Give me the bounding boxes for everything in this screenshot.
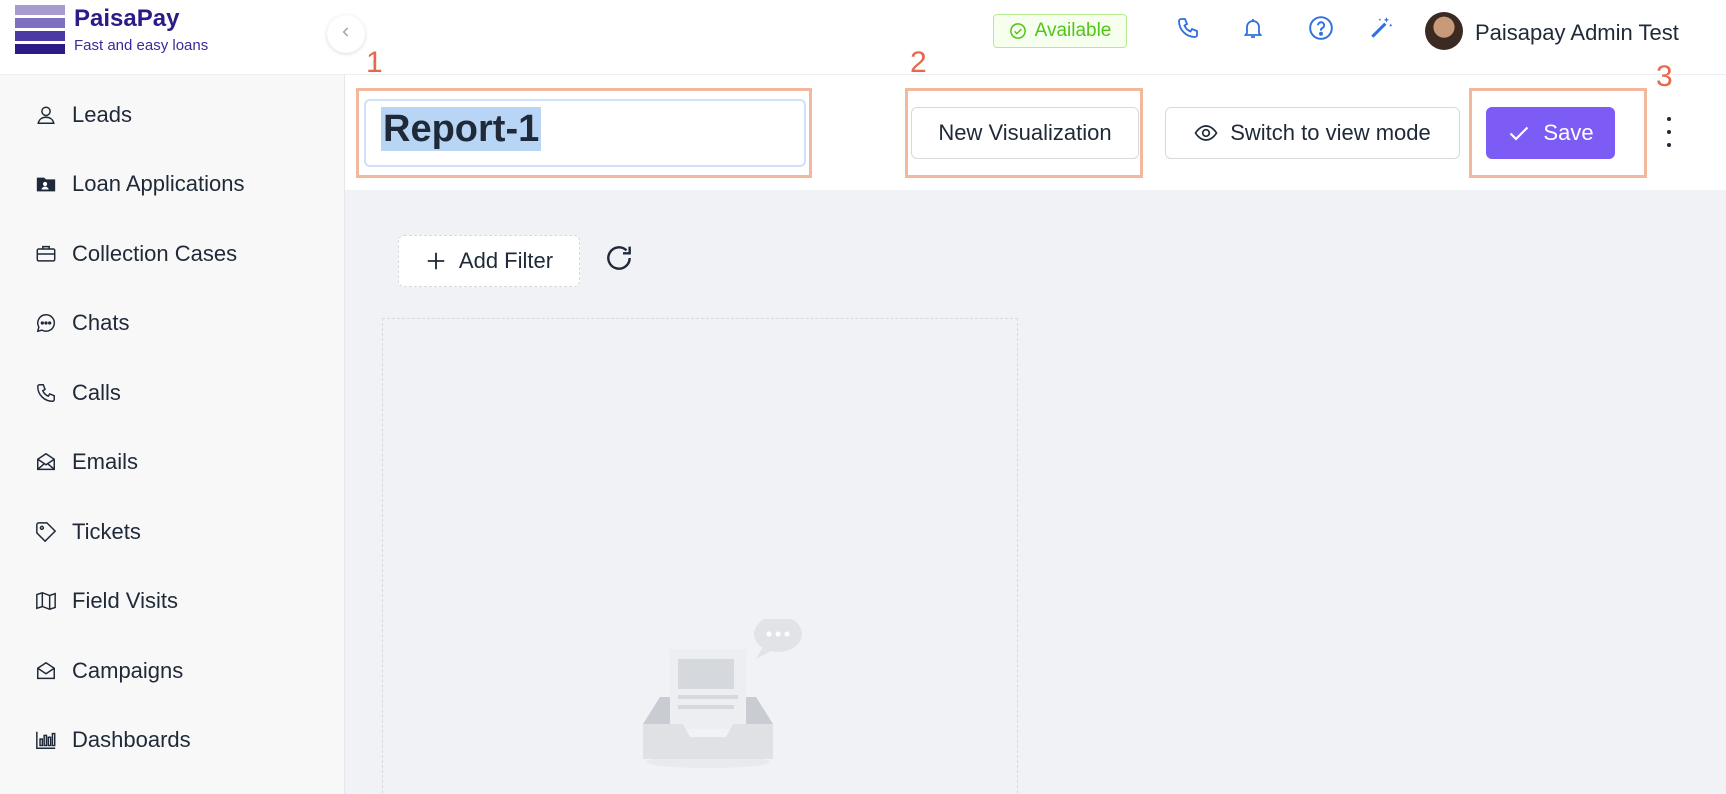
envelope-open-icon <box>34 659 58 683</box>
switch-view-mode-button[interactable]: Switch to view mode <box>1165 107 1460 159</box>
annotation-number-3: 3 <box>1656 60 1673 93</box>
sidebar-item-loan-applications[interactable]: Loan Applications <box>0 150 345 220</box>
phone-icon <box>34 381 58 405</box>
add-filter-label: Add Filter <box>458 248 554 273</box>
annotation-number-2: 2 <box>910 46 927 79</box>
sidebar-item-collection-cases[interactable]: Collection Cases <box>0 219 345 289</box>
sidebar-item-label: Leads <box>72 101 132 127</box>
refresh-button[interactable] <box>601 242 637 278</box>
sidebar-item-chats[interactable]: Chats <box>0 289 345 359</box>
sidebar-item-label: Chats <box>72 310 130 336</box>
envelope-icon <box>34 450 58 474</box>
eye-icon <box>1194 121 1218 145</box>
help-icon <box>1308 15 1334 46</box>
bar-chart-icon <box>34 728 58 752</box>
notifications-button[interactable] <box>1239 16 1267 44</box>
contact-card-icon <box>34 172 58 196</box>
briefcase-icon <box>34 242 58 266</box>
empty-inbox-illustration <box>638 616 808 769</box>
user-icon <box>34 103 58 127</box>
brand-tagline: Fast and easy loans <box>74 37 209 54</box>
sidebar-item-field-visits[interactable]: Field Visits <box>0 567 345 637</box>
status-badge[interactable]: Available <box>993 14 1127 48</box>
check-circle-icon <box>1009 22 1027 40</box>
add-filter-button[interactable]: Add Filter <box>398 235 580 287</box>
new-visualization-button[interactable]: New Visualization <box>911 107 1139 159</box>
more-vertical-icon <box>1667 117 1671 121</box>
more-options-button[interactable] <box>1657 117 1681 147</box>
sidebar-item-tickets[interactable]: Tickets <box>0 497 345 567</box>
sidebar-item-label: Campaigns <box>72 657 184 683</box>
report-canvas: Add Filter <box>345 190 1726 794</box>
sidebar-item-label: Collection Cases <box>72 240 238 266</box>
sidebar-item-label: Loan Applications <box>72 171 245 197</box>
visualization-drop-area[interactable] <box>382 318 1018 794</box>
annotation-number-1: 1 <box>366 46 383 79</box>
report-toolbar: 1 Report-1 2 New Visualization Switch to… <box>345 46 1726 190</box>
sidebar-item-label: Field Visits <box>72 588 178 614</box>
magic-wand-icon <box>1368 15 1394 46</box>
chat-bubble-icon <box>34 311 58 335</box>
brand-header: PaisaPay Fast and easy loans <box>0 0 345 75</box>
sidebar-item-label: Emails <box>72 449 139 475</box>
top-header: Available Paisapay Admin Test <box>345 0 1726 75</box>
chevron-left-icon <box>339 25 353 44</box>
sidebar-item-calls[interactable]: Calls <box>0 358 345 428</box>
brand-logo <box>15 5 65 55</box>
brand-name: PaisaPay <box>74 5 180 32</box>
sidebar-item-label: Tickets <box>72 518 141 544</box>
switch-view-mode-label: Switch to view mode <box>1230 120 1431 145</box>
collapse-sidebar-button[interactable] <box>327 15 365 53</box>
phone-button[interactable] <box>1174 16 1202 44</box>
status-label: Available <box>1034 20 1112 41</box>
sidebar: PaisaPay Fast and easy loans Leads Loan … <box>0 0 345 794</box>
refresh-icon <box>603 242 635 279</box>
magic-wand-button[interactable] <box>1367 16 1395 44</box>
save-button[interactable]: Save <box>1486 107 1615 159</box>
sidebar-item-emails[interactable]: Emails <box>0 428 345 498</box>
sidebar-nav: Leads Loan Applications Collection Cases… <box>0 80 345 775</box>
plus-icon <box>425 250 447 272</box>
new-visualization-label: New Visualization <box>938 120 1112 145</box>
sidebar-item-label: Calls <box>72 379 121 405</box>
report-title-text: Report-1 <box>381 107 542 151</box>
map-icon <box>34 589 58 613</box>
help-button[interactable] <box>1307 15 1335 46</box>
sidebar-item-campaigns[interactable]: Campaigns <box>0 636 345 706</box>
phone-icon <box>1176 16 1200 45</box>
bell-icon <box>1241 16 1265 45</box>
sidebar-item-label: Dashboards <box>72 727 191 753</box>
check-icon <box>1507 121 1531 145</box>
sidebar-item-dashboards[interactable]: Dashboards <box>0 706 345 776</box>
user-name[interactable]: Paisapay Admin Test <box>1475 20 1679 46</box>
ticket-icon <box>34 520 58 544</box>
avatar[interactable] <box>1425 12 1463 50</box>
save-label: Save <box>1543 120 1594 145</box>
sidebar-item-leads[interactable]: Leads <box>0 80 345 150</box>
